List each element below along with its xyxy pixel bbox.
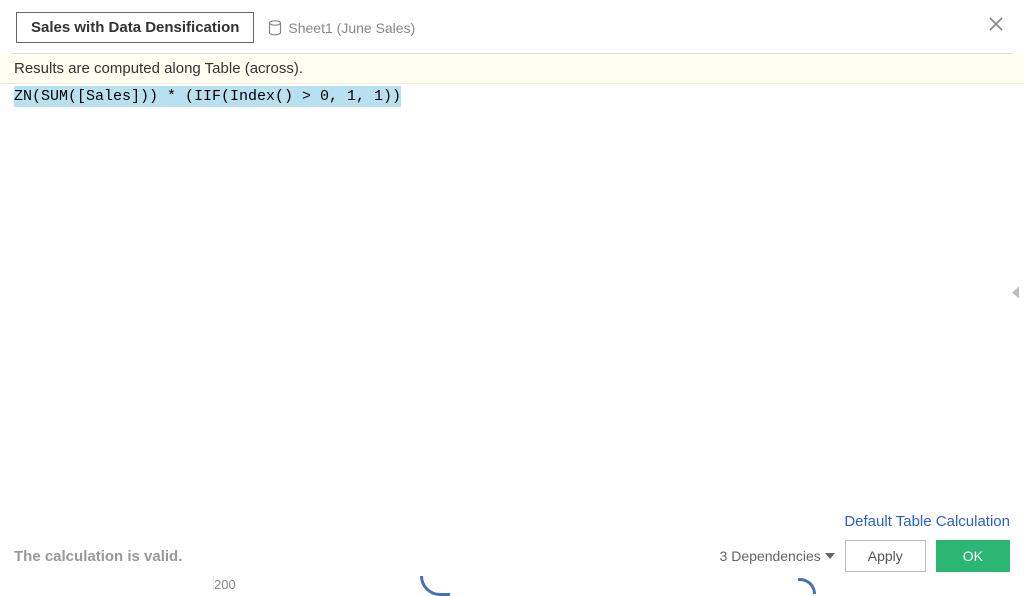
- collapse-arrow-icon[interactable]: [1010, 286, 1020, 305]
- chevron-down-icon: [825, 553, 835, 559]
- close-button[interactable]: [986, 14, 1006, 34]
- bg-axis-divider: [14, 576, 214, 590]
- datasource-icon: [268, 20, 282, 36]
- ok-button[interactable]: OK: [936, 540, 1010, 572]
- apply-button[interactable]: Apply: [845, 540, 926, 572]
- dialog-footer: Default Table Calculation The calculatio…: [0, 513, 1024, 572]
- formula-text-selection[interactable]: ZN(SUM([Sales])) * (IIF(Index() > 0, 1, …: [14, 86, 401, 107]
- bg-line-segment: [798, 578, 816, 594]
- dependencies-dropdown[interactable]: 3 Dependencies: [720, 548, 835, 564]
- background-chart-peek: 200: [0, 576, 1024, 590]
- default-table-calculation-link[interactable]: Default Table Calculation: [14, 513, 1010, 530]
- dialog-header: Sales with Data Densification Sheet1 (Ju…: [0, 0, 1024, 53]
- calculation-name-input[interactable]: Sales with Data Densification: [16, 12, 254, 43]
- bg-line-segment: [420, 576, 450, 596]
- validation-status: The calculation is valid.: [14, 548, 182, 565]
- datasource-name: Sheet1 (June Sales): [288, 20, 415, 36]
- formula-editor[interactable]: ZN(SUM([Sales])) * (IIF(Index() > 0, 1, …: [0, 84, 1024, 464]
- computation-info-banner: Results are computed along Table (across…: [0, 54, 1024, 84]
- dependencies-label: 3 Dependencies: [720, 548, 821, 564]
- datasource-label: Sheet1 (June Sales): [268, 20, 415, 36]
